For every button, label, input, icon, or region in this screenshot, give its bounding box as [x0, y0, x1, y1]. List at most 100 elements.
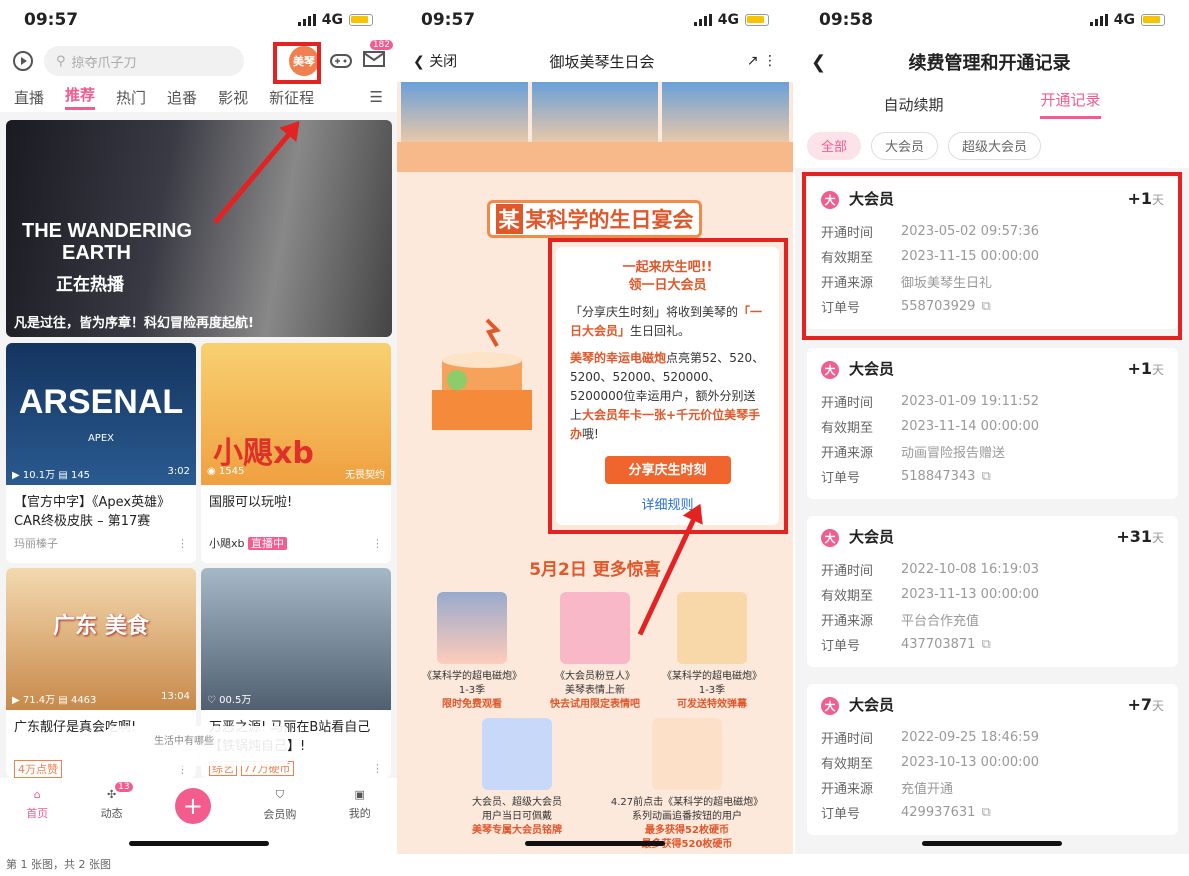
renewal-records-screen: 09:58 4G ❮ 续费管理和开通记录 自动续期 开通记录 全部 大会员 超级大…	[795, 0, 1189, 854]
tab-new-journey[interactable]: 新征程	[269, 87, 314, 108]
filter-super-vip[interactable]: 超级大会员	[948, 132, 1042, 160]
battery-icon	[1141, 14, 1165, 26]
popup-toast[interactable]: 生活中有哪些	[108, 726, 288, 766]
status-time: 09:58	[819, 10, 874, 30]
video-thumbnail: ♡ 00.5万	[201, 568, 391, 710]
back-icon[interactable]: ❮	[811, 52, 826, 73]
battery-icon	[745, 14, 769, 26]
signal-icon	[297, 14, 316, 26]
gift-item[interactable]: 《某科学的超电磁炮》 1-3季 限时免费观看	[417, 592, 527, 712]
open-source: 充值开通	[901, 782, 954, 797]
page-title: 御坂美琴生日会	[549, 52, 655, 71]
tab-open-records[interactable]: 开通记录	[1040, 89, 1101, 119]
vip-icon: 大	[821, 697, 839, 715]
top-bar: ⚲ 掠夺爪子刀 美琴 182	[0, 40, 397, 82]
expire-time: 2023-11-14 00:00:00	[901, 419, 1040, 434]
video-card[interactable]: 小飓xb ◉ 1545 无畏契约 国服可以玩啦! 小飓xb 直播中 ⋮	[201, 343, 391, 563]
fan-icon: ✣	[106, 788, 117, 801]
gift-item[interactable]: 《某科学的超电磁炮》 1-3季 可发送特效弹幕	[657, 592, 767, 712]
record-days: +7	[1127, 695, 1152, 714]
record-card[interactable]: 大大会员 +31天 开通时间 2022-10-08 16:19:03 有效期至 202…	[807, 516, 1178, 667]
gift-item[interactable]: 4.27前点击《某科学的超电磁炮》 系列动画追番按钮的用户 最多获得52枚硬币 最多获…	[602, 718, 772, 852]
more-icon[interactable]: ⋮	[372, 537, 383, 550]
back-icon[interactable]: ❮	[413, 54, 425, 70]
open-time: 2022-10-08 16:19:03	[901, 562, 1040, 577]
video-author: 玛丽榛子	[14, 537, 58, 550]
search-placeholder: 掠夺爪子刀	[71, 55, 137, 71]
avatar-highlight	[273, 42, 321, 84]
tv-icon: ▣	[354, 788, 365, 801]
copy-icon[interactable]: ⧉	[981, 805, 990, 820]
banner[interactable]: THE WANDERING EARTH 正在热播 凡是过往，皆为序章！科幻冒险再度…	[6, 120, 392, 337]
plus-icon: +	[174, 788, 211, 824]
video-thumbnail: ARSENAL APEX ▶ 10.1万 ▤ 145 3:02	[6, 343, 196, 485]
close-button[interactable]: 关闭	[429, 54, 457, 70]
nav-dynamic[interactable]: ✣ 动态 13	[101, 782, 133, 821]
record-type: 大会员	[849, 528, 895, 546]
live-badge: 直播中	[248, 537, 287, 550]
page-title: 续费管理和开通记录	[908, 53, 1071, 74]
live-play-icon[interactable]	[12, 50, 34, 72]
filter-all[interactable]: 全部	[807, 132, 862, 160]
copy-icon[interactable]: ⧉	[981, 469, 990, 484]
tab-movies[interactable]: 影视	[218, 87, 248, 108]
video-thumbnail: 小飓xb ◉ 1545 无畏契约	[201, 343, 391, 485]
gift-item[interactable]: 《大会员粉豆人》 美琴表情上新 快去试用限定表情吧	[540, 592, 650, 712]
tab-anime[interactable]: 追番	[167, 87, 197, 108]
search-icon: ⚲	[56, 53, 66, 69]
record-days: +1	[1127, 359, 1152, 378]
tab-live[interactable]: 直播	[14, 87, 44, 108]
order-number: 429937631	[901, 805, 976, 820]
record-highlight	[802, 172, 1182, 340]
open-source: 动画冒险报告赠送	[901, 446, 1006, 461]
shopping-bag-icon: ⛉	[275, 788, 284, 801]
search-input[interactable]: ⚲ 掠夺爪子刀	[44, 46, 244, 76]
more-icon[interactable]: ⋮	[372, 762, 383, 775]
more-icon[interactable]: ⋮	[763, 53, 777, 69]
nav-mine[interactable]: ▣ 我的	[349, 788, 371, 821]
network-type: 4G	[717, 12, 739, 28]
page-header: ❮ 续费管理和开通记录	[795, 40, 1189, 84]
order-number: 518847343	[901, 469, 976, 484]
network-type: 4G	[321, 12, 343, 28]
mail-button[interactable]: 182	[363, 40, 393, 72]
filter-vip[interactable]: 大会员	[871, 132, 939, 160]
section-title: 5月2日 更多惊喜	[529, 560, 661, 580]
tab-hot[interactable]: 热门	[116, 87, 146, 108]
anime-strip	[397, 82, 793, 142]
record-card[interactable]: 大大会员 +7天 开通时间 2022-09-25 18:46:59 有效期至 2023…	[807, 684, 1178, 835]
vip-icon: 大	[821, 361, 839, 379]
order-number: 437703871	[901, 637, 976, 652]
ribbon	[397, 142, 793, 172]
record-card[interactable]: 大大会员 +1天 开通时间 2023-01-09 19:11:52 有效期至 2023…	[807, 348, 1178, 499]
nav-shop[interactable]: ⛉ 会员购	[263, 788, 296, 822]
film-title: THE WANDERING EARTH	[22, 220, 192, 264]
promo-highlight	[548, 238, 788, 534]
mail-count-badge: 182	[369, 40, 393, 50]
video-card[interactable]: ARSENAL APEX ▶ 10.1万 ▤ 145 3:02 【官方中字】《Ap…	[6, 343, 196, 563]
tab-recommend[interactable]: 推荐	[65, 84, 96, 110]
more-icon[interactable]: ⋮	[177, 537, 188, 550]
share-icon[interactable]: ↗	[747, 53, 759, 69]
gift-item[interactable]: 大会员、超级大会员 用户当日可佩戴 美琴专属大会员铭牌	[457, 718, 577, 838]
open-time: 2023-01-09 19:11:52	[901, 394, 1040, 409]
record-tabs: 自动续期 开通记录	[795, 84, 1189, 124]
bottom-nav: ⌂ 首页 ✣ 动态 13 + ⛉ 会员购 ▣ 我的	[0, 778, 397, 854]
nav-publish[interactable]: +	[174, 788, 211, 824]
home-indicator	[922, 841, 1062, 846]
copy-icon[interactable]: ⧉	[981, 637, 990, 652]
like-tag: 4万点赞	[14, 760, 62, 778]
nav-home[interactable]: ⌂ 首页	[26, 788, 48, 821]
record-type: 大会员	[849, 696, 895, 714]
expire-time: 2023-10-13 00:00:00	[901, 755, 1040, 770]
menu-icon[interactable]: ☰	[370, 88, 383, 106]
video-thumbnail: 广东 美食 ▶ 71.4万 ▤ 4463 13:04	[6, 568, 196, 710]
tab-auto-renew[interactable]: 自动续期	[883, 94, 943, 115]
game-controller-icon[interactable]	[329, 51, 353, 71]
page-header: ❮ 关闭 御坂美琴生日会 ↗ ⋮	[397, 40, 793, 82]
network-type: 4G	[1113, 12, 1135, 28]
status-bar: 09:57 4G	[0, 0, 397, 40]
event-title: 某某科学的生日宴会	[487, 200, 702, 238]
record-days: +31	[1116, 527, 1152, 546]
mail-icon	[363, 51, 385, 67]
